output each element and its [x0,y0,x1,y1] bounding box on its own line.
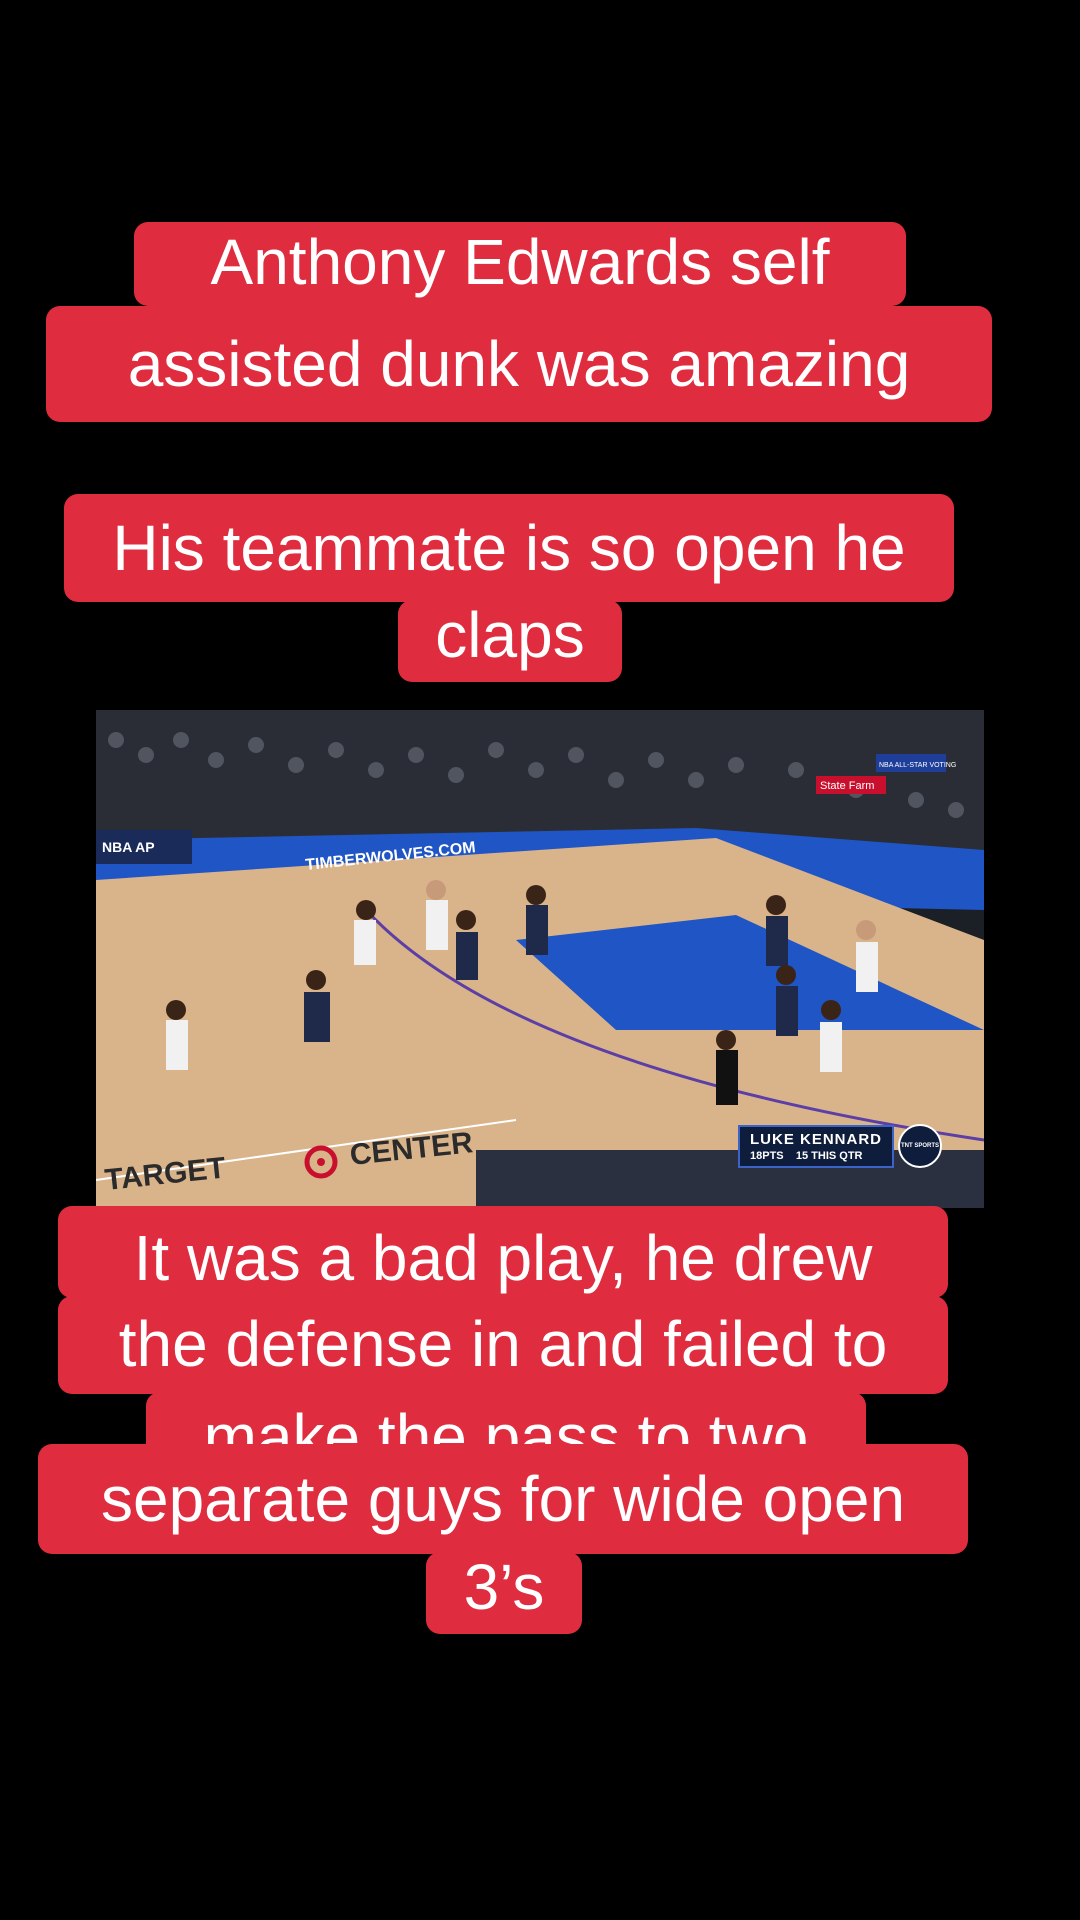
scorebug-quarter: 15 THIS QTR [795,1150,863,1162]
caption-bottom-line-4: separate guys for wide open [38,1444,968,1554]
scorebug-stats: 18PTS 15 THIS QTR [750,1150,882,1162]
caption-middle-line-1: His teammate is so open he [64,494,954,602]
caption-middle-line-2: claps [398,600,622,682]
caption-top-line-2: assisted dunk was amazing [46,306,992,422]
banner-left: NBA AP [102,839,155,855]
banner-right: State Farm [820,780,874,792]
scorebug-player-name: LUKE KENNARD [750,1131,882,1148]
caption-bottom-line-2: the defense in and failed to [58,1296,948,1394]
network-logo-text: TNT SPORTS [900,1143,939,1149]
caption-bottom-line-1: It was a bad play, he drew [58,1206,948,1298]
video-frame[interactable]: TIMBERWOLVES.COM TARGET CENTER NBA AP St… [96,710,984,1208]
player-scorebug: LUKE KENNARD 18PTS 15 THIS QTR [738,1125,894,1168]
scorebug-points: 18PTS [750,1150,784,1162]
caption-top-line-1: Anthony Edwards self [134,222,906,306]
banner-top-right: NBA ALL-STAR VOTING [879,762,956,769]
tnt-sports-logo-icon: TNT SPORTS [898,1124,942,1168]
caption-bottom-line-5: 3’s [426,1552,582,1634]
